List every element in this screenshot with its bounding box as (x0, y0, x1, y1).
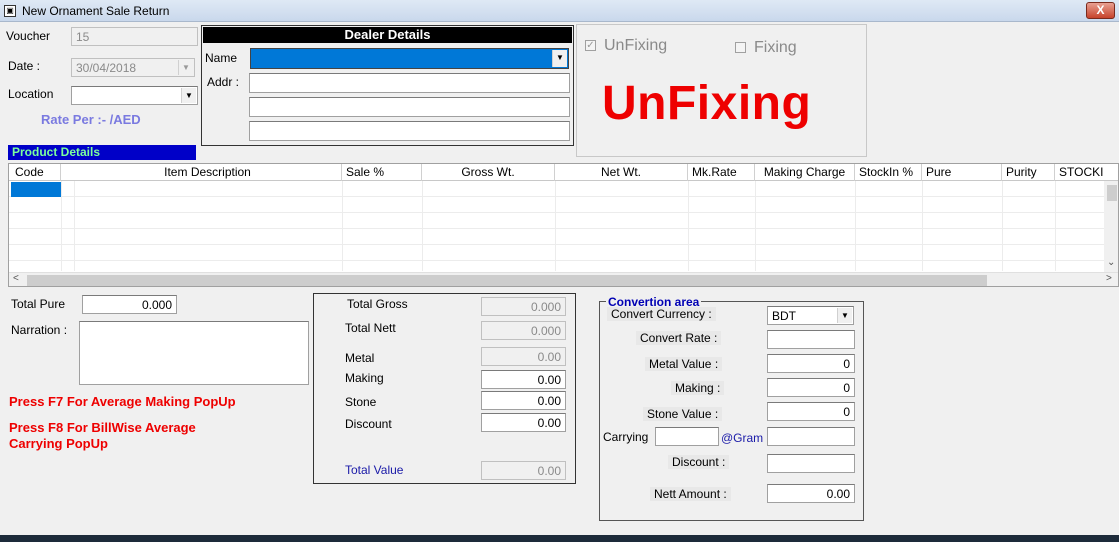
selected-code-cell[interactable] (11, 182, 61, 197)
making-label: Making (345, 371, 384, 385)
convert-rate-label: Convert Rate : (636, 331, 722, 345)
metal-value-field[interactable]: 0 (767, 354, 855, 373)
table-row[interactable] (9, 213, 1104, 229)
column-making-charge[interactable]: Making Charge (755, 164, 855, 181)
chevron-down-icon[interactable]: ▼ (181, 88, 196, 103)
stone-value-label: Stone Value : (643, 407, 723, 421)
dealer-name-label: Name (205, 51, 238, 65)
column-code[interactable]: Code (11, 164, 61, 181)
column-pure[interactable]: Pure (922, 164, 1002, 181)
dealer-details-heading: Dealer Details (203, 27, 572, 43)
total-value-field[interactable]: 0.00 (481, 461, 566, 480)
chevron-down-icon[interactable]: ▼ (837, 308, 852, 323)
total-nett-label: Total Nett (345, 321, 396, 335)
dealer-addr-line-1[interactable] (249, 73, 570, 93)
chevron-down-icon[interactable]: ⌄ (1107, 257, 1115, 268)
narration-label: Narration : (11, 323, 68, 337)
product-details-heading: Product Details (8, 145, 196, 160)
date-picker[interactable]: 30/04/2018 ▼ (71, 58, 195, 77)
column-gross-wt[interactable]: Gross Wt. (422, 164, 555, 181)
gram-field[interactable] (767, 427, 855, 446)
dealer-addr-line-3[interactable] (249, 121, 570, 141)
nett-amount-field[interactable]: 0.00 (767, 484, 855, 503)
date-label: Date : (8, 59, 41, 73)
fixing-status-text: UnFixing (602, 77, 812, 130)
carrying-field[interactable] (655, 427, 719, 446)
chevron-down-icon[interactable]: ▼ (552, 50, 567, 67)
convert-currency-label: Convert Currency : (607, 307, 716, 321)
date-value: 30/04/2018 (76, 61, 137, 75)
carrying-label: Carrying (603, 430, 649, 444)
making-field[interactable]: 0.00 (481, 370, 566, 389)
total-pure-field[interactable]: 0.000 (82, 295, 177, 314)
stone-value-field[interactable]: 0 (767, 402, 855, 421)
convert-currency-value: BDT (772, 309, 796, 323)
fixing-checkbox[interactable] (735, 42, 746, 53)
dealer-addr-label: Addr : (207, 75, 240, 89)
f8-hint-line-2: Carrying PopUp (9, 436, 108, 451)
voucher-label: Voucher (6, 29, 51, 43)
metal-field[interactable]: 0.00 (481, 347, 566, 366)
conv-discount-field[interactable] (767, 454, 855, 473)
window-title: New Ornament Sale Return (22, 4, 170, 18)
column-net-wt[interactable]: Net Wt. (555, 164, 688, 181)
chevron-left-icon[interactable]: < (13, 273, 19, 284)
gram-label: @Gram (721, 431, 764, 445)
column-sale-percent[interactable]: Sale % (342, 164, 422, 181)
dealer-addr-line-2[interactable] (249, 97, 570, 117)
rate-per-label: Rate Per :- /AED (41, 112, 141, 127)
taskbar-strip (0, 535, 1119, 542)
grid-header: Code Item Description Sale % Gross Wt. N… (9, 164, 1118, 181)
stone-field[interactable]: 0.00 (481, 391, 566, 410)
column-stockin[interactable]: STOCKI (1055, 164, 1104, 181)
column-item-description[interactable]: Item Description (74, 164, 342, 181)
narration-textarea[interactable] (79, 321, 309, 385)
convert-currency-select[interactable]: BDT ▼ (767, 306, 854, 325)
metal-label: Metal (345, 351, 375, 365)
discount-label: Discount (345, 417, 392, 431)
location-label: Location (8, 87, 54, 101)
convert-rate-field[interactable] (767, 330, 855, 349)
fixing-label: Fixing (754, 39, 797, 56)
dealer-name-select[interactable]: ▼ (250, 48, 569, 69)
app-icon: ▣ (4, 5, 16, 17)
close-button[interactable]: X (1086, 2, 1115, 19)
total-gross-label: Total Gross (347, 297, 408, 311)
horizontal-scroll-thumb[interactable] (27, 275, 987, 286)
vertical-scrollbar[interactable]: ⌄ (1104, 181, 1118, 272)
nett-amount-label: Nett Amount : (650, 487, 731, 501)
metal-value-label: Metal Value : (645, 357, 723, 371)
total-gross-field[interactable]: 0.000 (481, 297, 566, 316)
table-row[interactable] (9, 197, 1104, 213)
column-mk-rate[interactable]: Mk.Rate (688, 164, 755, 181)
f7-hint: Press F7 For Average Making PopUp (9, 394, 236, 409)
horizontal-scrollbar[interactable]: < > (9, 272, 1118, 286)
total-value-label: Total Value (345, 463, 404, 477)
column-purity[interactable]: Purity (1002, 164, 1055, 181)
chevron-down-icon[interactable]: ▼ (178, 60, 193, 75)
chevron-right-icon[interactable]: > (1106, 273, 1112, 284)
conv-discount-label: Discount : (668, 455, 730, 469)
table-row[interactable] (9, 245, 1104, 261)
discount-field[interactable]: 0.00 (481, 413, 566, 432)
location-select[interactable]: ▼ (71, 86, 198, 105)
f8-hint-line-1: Press F8 For BillWise Average (9, 420, 196, 435)
table-row[interactable] (9, 229, 1104, 245)
conv-making-label: Making : (671, 381, 725, 395)
table-row[interactable] (9, 181, 1104, 197)
stone-label: Stone (345, 395, 377, 409)
conv-making-field[interactable]: 0 (767, 378, 855, 397)
total-nett-field[interactable]: 0.000 (481, 321, 566, 340)
total-pure-label: Total Pure (11, 297, 66, 311)
column-stockin-percent[interactable]: StockIn % (855, 164, 922, 181)
vertical-scroll-thumb[interactable] (1107, 185, 1117, 201)
voucher-field[interactable]: 15 (71, 27, 198, 46)
product-grid[interactable]: Code Item Description Sale % Gross Wt. N… (8, 163, 1119, 287)
unfixing-label: UnFixing (604, 37, 668, 54)
unfixing-checkbox[interactable]: ✓ (585, 40, 596, 51)
